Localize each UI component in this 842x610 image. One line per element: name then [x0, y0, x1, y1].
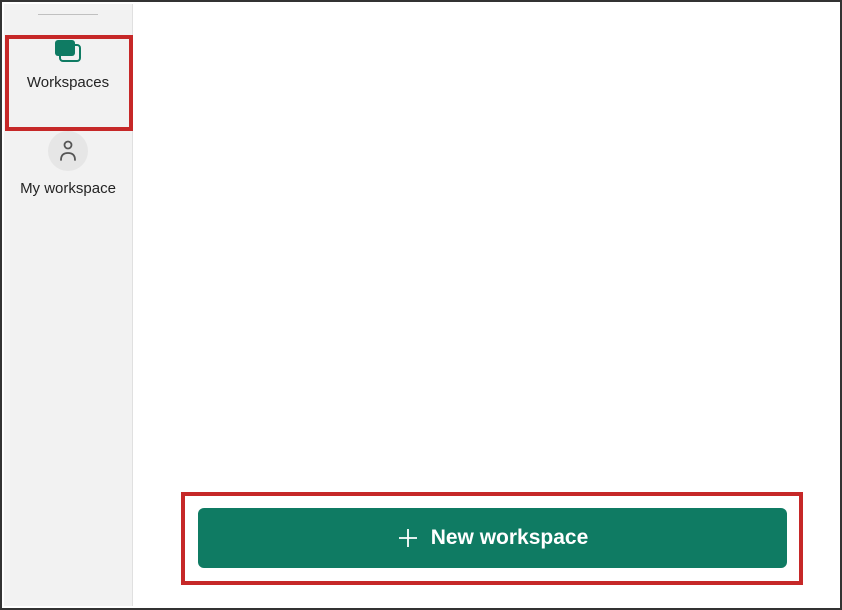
new-workspace-label: New workspace — [431, 526, 589, 550]
sidebar-item-workspaces[interactable]: Workspaces — [4, 27, 132, 101]
sidebar-item-label: Workspaces — [27, 73, 109, 93]
sidebar-item-label: My workspace — [20, 179, 116, 199]
person-icon — [48, 131, 88, 171]
sidebar-item-my-workspace[interactable]: My workspace — [4, 123, 132, 207]
sidebar: Workspaces My workspace — [4, 4, 133, 606]
plus-icon — [397, 527, 419, 549]
workspaces-icon — [52, 35, 84, 67]
sidebar-divider — [38, 14, 98, 15]
new-workspace-button[interactable]: New workspace — [198, 508, 787, 568]
